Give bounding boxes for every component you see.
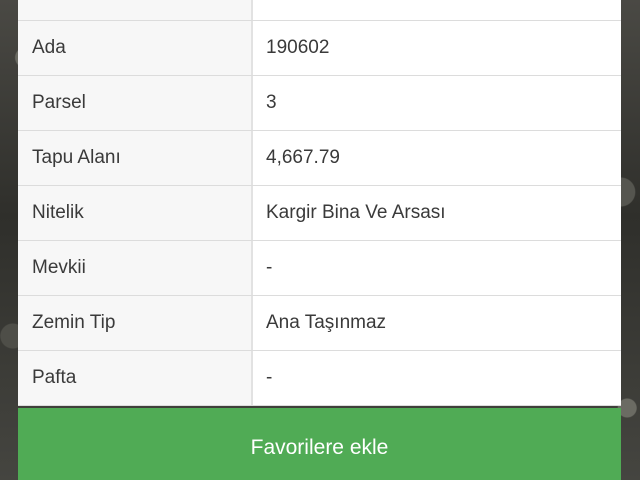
row-label: Mahalle No (18, 0, 253, 20)
row-value: - (253, 241, 621, 295)
row-label: Tapu Alanı (18, 131, 253, 185)
row-label: Ada (18, 21, 253, 75)
row-value: - (253, 351, 621, 405)
row-label: Parsel (18, 76, 253, 130)
row-value: 190602 (253, 21, 621, 75)
table-row-pafta: Pafta - (18, 351, 621, 406)
row-value: Ana Taşınmaz (253, 296, 621, 350)
row-value: 4,667.79 (253, 131, 621, 185)
row-label: Nitelik (18, 186, 253, 240)
row-value: 3 (253, 76, 621, 130)
row-value: Kargir Bina Ve Arsası (253, 186, 621, 240)
add-to-favorites-button[interactable]: Favorilere ekle (18, 408, 621, 480)
table-row-ada: Ada 190602 (18, 21, 621, 76)
row-label: Mevkii (18, 241, 253, 295)
table-row-tapu-alani: Tapu Alanı 4,667.79 (18, 131, 621, 186)
table-row-mevkii: Mevkii - (18, 241, 621, 296)
table-row-mahalle-no: Mahalle No 155312 (18, 0, 621, 21)
table-row-parsel: Parsel 3 (18, 76, 621, 131)
parcel-info-table: Mahalle No 155312 Ada 190602 Parsel 3 Ta… (18, 0, 621, 406)
row-label: Pafta (18, 351, 253, 405)
row-label: Zemin Tip (18, 296, 253, 350)
table-row-nitelik: Nitelik Kargir Bina Ve Arsası (18, 186, 621, 241)
row-value: 155312 (253, 0, 621, 20)
table-row-zemin-tip: Zemin Tip Ana Taşınmaz (18, 296, 621, 351)
